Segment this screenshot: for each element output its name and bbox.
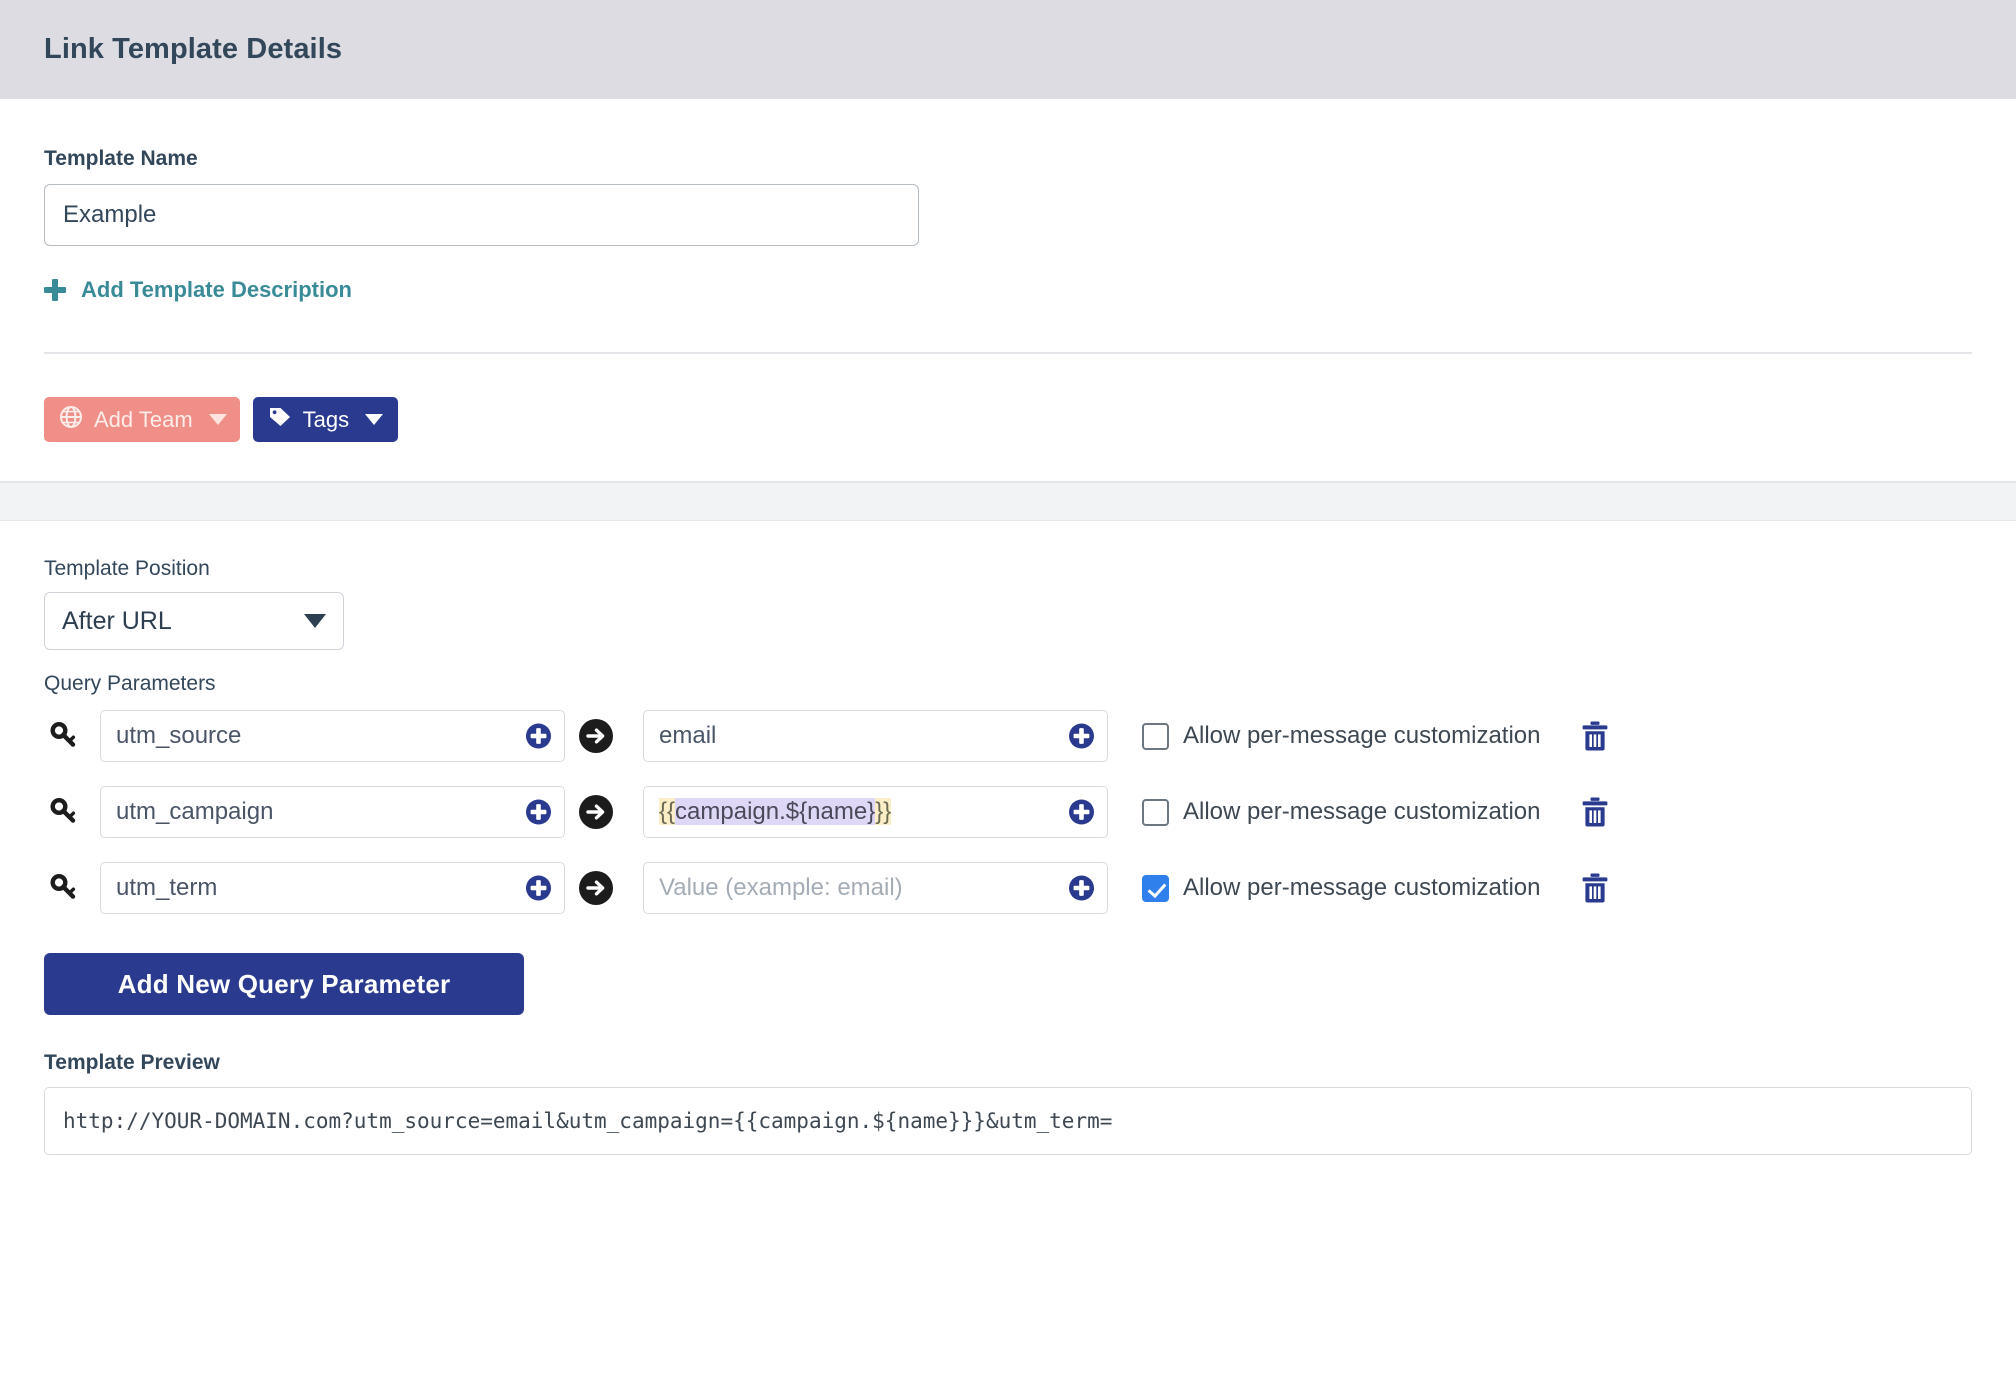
allow-customization-checkbox[interactable]	[1142, 722, 1169, 750]
plus-circle-icon[interactable]	[525, 723, 552, 750]
param-key-input[interactable]: utm_source	[100, 710, 565, 762]
plus-circle-icon[interactable]	[525, 799, 552, 826]
page-title: Link Template Details	[44, 33, 343, 65]
query-parameters-section: Template Position After URL Query Parame…	[0, 521, 2016, 1155]
delete-row-button[interactable]	[1580, 872, 1610, 904]
param-key-value: utm_campaign	[116, 798, 274, 825]
add-new-query-parameter-button[interactable]: Add New Query Parameter	[44, 953, 524, 1015]
template-name-input[interactable]: Example	[44, 184, 919, 246]
allow-customization-label: Allow per-message customization	[1183, 798, 1541, 825]
add-team-button[interactable]: Add Team	[44, 397, 240, 442]
key-icon	[44, 797, 90, 827]
template-preview-value: http://YOUR-DOMAIN.com?utm_source=email&…	[63, 1109, 1113, 1133]
param-value-input[interactable]: email	[643, 710, 1108, 762]
arrow-right-circle-icon	[565, 870, 627, 906]
globe-icon	[59, 405, 83, 435]
plus-circle-icon[interactable]	[525, 875, 552, 902]
template-position-label: Template Position	[44, 557, 210, 580]
tags-label: Tags	[302, 406, 350, 432]
token-close-brace: }}	[875, 798, 892, 825]
chevron-down-icon	[365, 414, 384, 425]
allow-customization-label: Allow per-message customization	[1183, 722, 1541, 749]
teams-tags-button-row: Add Team Tags	[44, 397, 1972, 442]
key-icon	[44, 721, 90, 751]
token-variable: campaign.${name}	[675, 798, 876, 825]
template-preview-box: http://YOUR-DOMAIN.com?utm_source=email&…	[44, 1087, 1972, 1155]
allow-customization-cell: Allow per-message customization	[1142, 720, 1610, 752]
plus-icon	[44, 279, 66, 301]
table-row: utm_term Value (example: email) Allow pe…	[44, 859, 1972, 917]
allow-customization-checkbox[interactable]	[1142, 798, 1169, 826]
delete-row-button[interactable]	[1580, 796, 1610, 828]
tag-icon	[268, 406, 292, 434]
arrow-right-circle-icon	[565, 794, 627, 830]
allow-customization-checkbox[interactable]	[1142, 874, 1169, 902]
param-value-placeholder: Value (example: email)	[659, 874, 903, 901]
add-team-label: Add Team	[94, 406, 193, 432]
param-key-input[interactable]: utm_campaign	[100, 786, 565, 838]
param-value-input[interactable]: {{campaign.${name}}}	[643, 786, 1108, 838]
param-value-input[interactable]: Value (example: email)	[643, 862, 1108, 914]
param-key-value: utm_source	[116, 722, 242, 749]
param-key-input[interactable]: utm_term	[100, 862, 565, 914]
token-open-brace: {{	[659, 798, 676, 825]
allow-customization-label: Allow per-message customization	[1183, 874, 1541, 901]
add-template-description-link[interactable]: Add Template Description	[44, 277, 352, 303]
param-value-text: email	[659, 722, 717, 749]
arrow-right-circle-icon	[565, 718, 627, 754]
param-value-text: {{campaign.${name}}}	[659, 798, 892, 826]
template-position-select[interactable]: After URL	[44, 592, 344, 650]
chevron-down-icon	[304, 614, 326, 628]
link-template-details-page: Link Template Details Template Name Exam…	[0, 0, 2016, 1382]
table-row: utm_campaign {{campaign.${name}}} Allow …	[44, 783, 1972, 841]
section-band	[0, 481, 2016, 521]
query-parameters-label: Query Parameters	[44, 672, 216, 695]
chevron-down-icon	[208, 414, 227, 425]
template-name-label: Template Name	[44, 147, 198, 170]
key-icon	[44, 873, 90, 903]
add-template-description-label: Add Template Description	[81, 277, 352, 302]
delete-row-button[interactable]	[1580, 720, 1610, 752]
teams-tags-section: Add Team Tags	[0, 354, 2016, 481]
param-key-value: utm_term	[116, 874, 218, 901]
template-name-section: Template Name Example Add Template Descr…	[0, 99, 2016, 354]
template-name-value: Example	[63, 201, 157, 228]
allow-customization-cell: Allow per-message customization	[1142, 796, 1610, 828]
template-preview-label: Template Preview	[44, 1051, 220, 1074]
template-position-value: After URL	[62, 606, 172, 635]
page-header: Link Template Details	[0, 0, 2016, 99]
tags-button[interactable]: Tags	[252, 397, 399, 442]
plus-circle-icon[interactable]	[1068, 723, 1095, 750]
table-row: utm_source email Allow per-message custo…	[44, 707, 1972, 765]
plus-circle-icon[interactable]	[1068, 875, 1095, 902]
plus-circle-icon[interactable]	[1068, 799, 1095, 826]
allow-customization-cell: Allow per-message customization	[1142, 872, 1610, 904]
